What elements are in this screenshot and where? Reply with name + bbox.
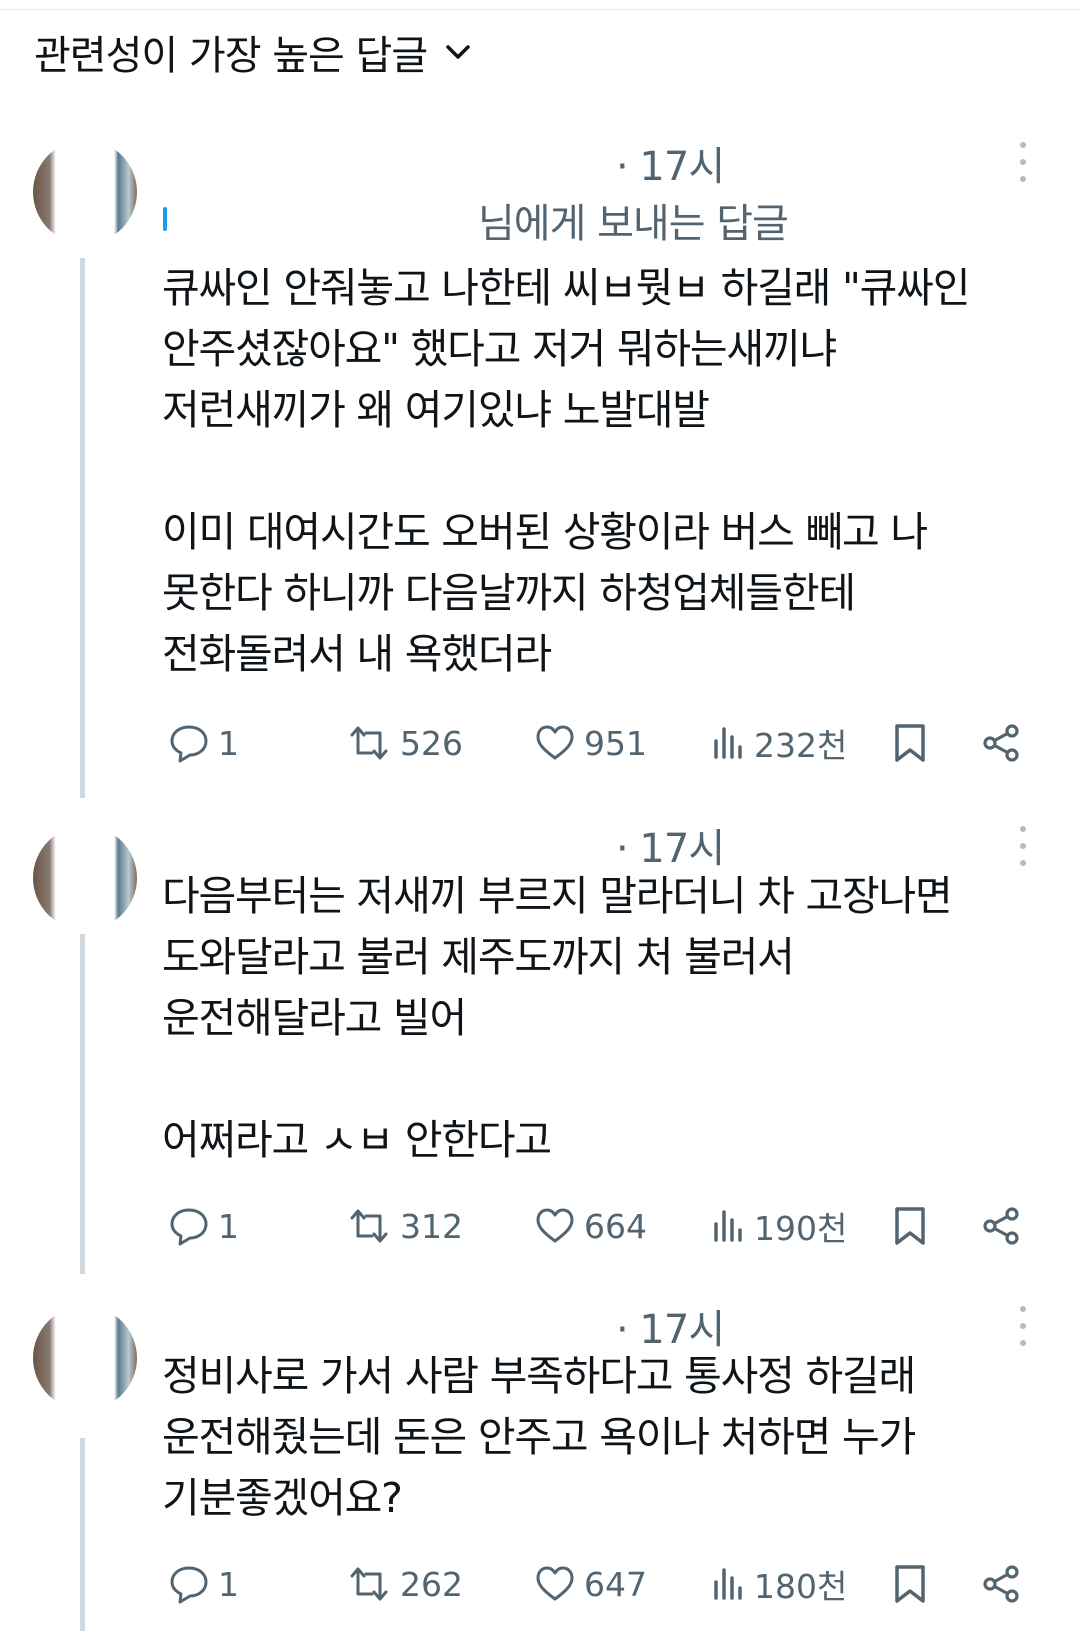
bookmark-icon — [893, 1563, 927, 1605]
reply-actions: 1 312 664 190천 — [0, 1203, 1080, 1249]
views-chart-icon — [712, 723, 746, 763]
share-icon — [980, 1205, 1022, 1247]
reply-text: 정비사로 가서 사람 부족하다고 통사정 하길래 운전해줬는데 돈은 안주고 욕… — [162, 1352, 916, 1522]
avatar[interactable] — [33, 826, 137, 930]
repost-count: 262 — [400, 1564, 463, 1604]
top-divider — [0, 0, 1080, 10]
repost-count: 526 — [400, 723, 463, 763]
sort-dropdown[interactable]: 관련성이 가장 높은 답글 — [34, 22, 471, 82]
views-button[interactable]: 180천 — [712, 1561, 847, 1607]
like-count: 647 — [584, 1564, 647, 1604]
views-count: 190천 — [754, 1209, 848, 1248]
reply-count: 1 — [218, 1206, 239, 1246]
comment-icon — [168, 723, 210, 763]
like-button[interactable]: 664 — [534, 1203, 647, 1249]
thread-line — [80, 258, 85, 798]
reply-timestamp[interactable]: · 17시 — [616, 134, 725, 192]
share-button[interactable] — [980, 720, 1022, 766]
views-count: 232천 — [754, 726, 848, 765]
repost-icon — [346, 1564, 392, 1604]
bookmark-button[interactable] — [893, 1561, 927, 1607]
share-icon — [980, 722, 1022, 764]
views-button[interactable]: 232천 — [712, 720, 847, 766]
repost-icon — [346, 1206, 392, 1246]
reply-count: 1 — [218, 723, 239, 763]
bookmark-icon — [893, 1205, 927, 1247]
replying-to-mention[interactable] — [163, 207, 167, 231]
heart-icon — [534, 1564, 576, 1604]
repost-button[interactable]: 526 — [346, 720, 463, 766]
repost-button[interactable]: 312 — [346, 1203, 463, 1249]
sort-label: 관련성이 가장 높은 답글 — [34, 33, 428, 79]
bookmark-icon — [893, 722, 927, 764]
reply-button[interactable]: 1 — [168, 1561, 239, 1607]
repost-button[interactable]: 262 — [346, 1561, 463, 1607]
reply-actions: 1 262 647 180천 — [0, 1561, 1080, 1607]
reply-actions: 1 526 951 232천 — [0, 720, 1080, 766]
heart-icon — [534, 723, 576, 763]
reply-text: 다음부터는 저새끼 부르지 말라더니 차 고장나면 도와달라고 불러 제주도까지… — [162, 872, 953, 1164]
reply-button[interactable]: 1 — [168, 1203, 239, 1249]
views-count: 180천 — [754, 1567, 848, 1606]
chevron-down-icon — [445, 43, 471, 61]
repost-count: 312 — [400, 1206, 463, 1246]
bookmark-button[interactable] — [893, 720, 927, 766]
share-button[interactable] — [980, 1203, 1022, 1249]
like-count: 951 — [584, 723, 647, 763]
like-button[interactable]: 647 — [534, 1561, 647, 1607]
comment-icon — [168, 1564, 210, 1604]
reply-button[interactable]: 1 — [168, 720, 239, 766]
heart-icon — [534, 1206, 576, 1246]
like-button[interactable]: 951 — [534, 720, 647, 766]
views-chart-icon — [712, 1564, 746, 1604]
share-button[interactable] — [980, 1561, 1022, 1607]
comment-icon — [168, 1206, 210, 1246]
views-chart-icon — [712, 1206, 746, 1246]
avatar[interactable] — [33, 1306, 137, 1410]
repost-icon — [346, 723, 392, 763]
reply-text: 큐싸인 안줘놓고 나한테 씨ㅂ뭣ㅂ 하길래 "큐싸인 안주셨잖아요" 했다고 저… — [162, 264, 970, 678]
share-icon — [980, 1563, 1022, 1605]
more-vertical-icon[interactable] — [1010, 1306, 1036, 1346]
like-count: 664 — [584, 1206, 647, 1246]
views-button[interactable]: 190천 — [712, 1203, 847, 1249]
more-vertical-icon[interactable] — [1010, 142, 1036, 182]
avatar[interactable] — [33, 140, 137, 244]
replying-to-label: 님에게 보내는 답글 — [478, 201, 789, 247]
reply-count: 1 — [218, 1564, 239, 1604]
more-vertical-icon[interactable] — [1010, 826, 1036, 866]
bookmark-button[interactable] — [893, 1203, 927, 1249]
